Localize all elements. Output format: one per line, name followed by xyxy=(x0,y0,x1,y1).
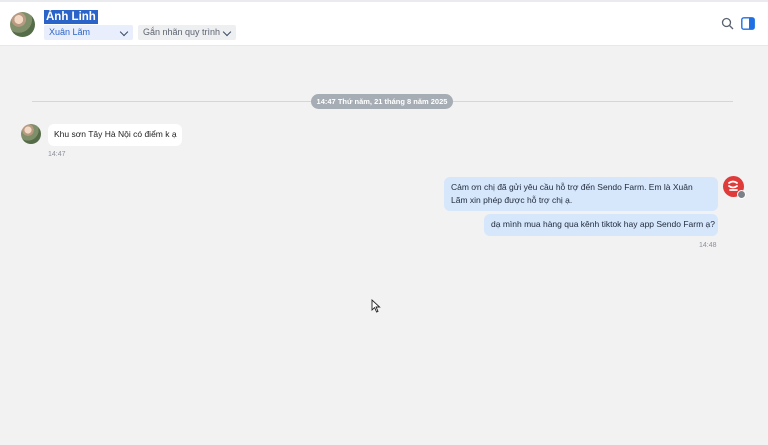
assignee-label: Xuân Lãm xyxy=(49,27,91,37)
chevron-down-icon xyxy=(222,27,232,37)
mouse-pointer-icon xyxy=(371,299,381,313)
contact-avatar-small xyxy=(21,124,41,144)
search-icon[interactable] xyxy=(721,17,734,30)
side-panel-icon[interactable] xyxy=(741,17,755,30)
outgoing-message: Cảm ơn chị đã gửi yêu cầu hỗ trợ đến Sen… xyxy=(444,177,718,211)
outgoing-message: dạ mình mua hàng qua kênh tiktok hay app… xyxy=(484,214,718,236)
top-border xyxy=(0,0,768,2)
incoming-message-time: 14:47 xyxy=(48,151,66,158)
outgoing-message-time: 14:48 xyxy=(699,242,717,249)
chat-header: Ánh Linh Xuân Lãm Gắn nhãn quy trình xyxy=(0,0,768,46)
chevron-down-icon xyxy=(119,27,129,37)
agent-status-dot xyxy=(737,190,746,199)
date-separator: 14:47 Thứ năm, 21 tháng 8 năm 2025 xyxy=(311,94,453,109)
contact-name[interactable]: Ánh Linh xyxy=(44,10,98,24)
tag-process-dropdown[interactable]: Gắn nhãn quy trình xyxy=(138,25,236,40)
incoming-message: Khu sơn Tây Hà Nội có điểm k ạ xyxy=(48,124,182,146)
tag-process-label: Gắn nhãn quy trình xyxy=(143,27,221,37)
contact-avatar[interactable] xyxy=(10,12,35,37)
assignee-dropdown[interactable]: Xuân Lãm xyxy=(44,25,133,40)
